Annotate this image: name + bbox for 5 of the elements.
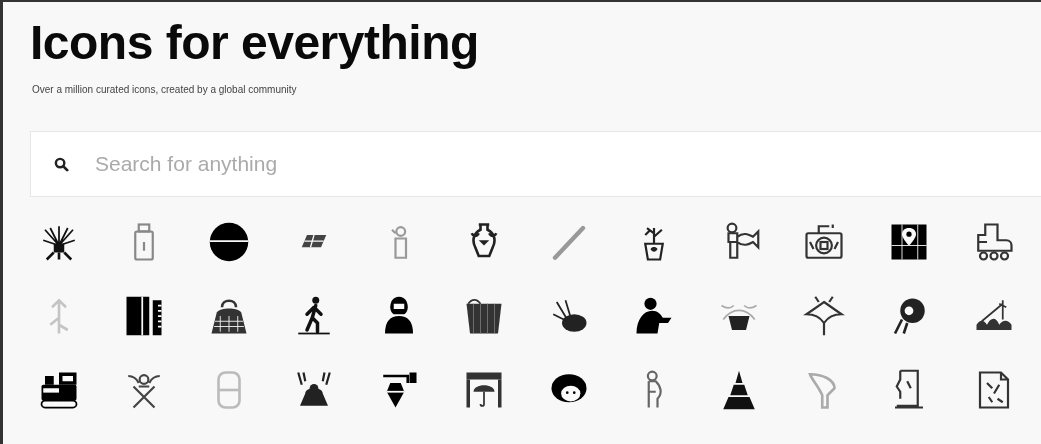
disc-icon[interactable] (207, 221, 250, 263)
page-subtitle: Over a million curated icons, created by a global community (32, 84, 298, 95)
page-title: Icons for everything (30, 15, 480, 71)
stingray-icon[interactable] (802, 295, 845, 337)
search-field[interactable]: Search for anything (30, 131, 1041, 197)
